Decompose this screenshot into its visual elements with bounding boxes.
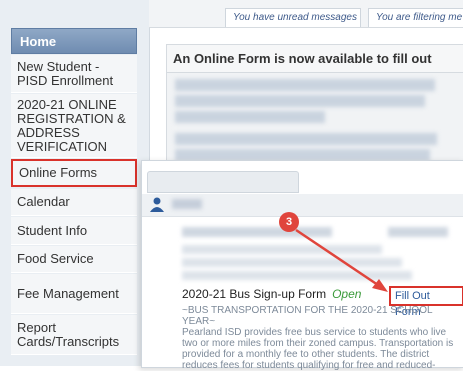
sidebar-item-new-student[interactable]: New Student - PISD Enrollment — [11, 55, 137, 93]
sidebar-item-label: Student Info — [17, 222, 88, 238]
sidebar-item-home[interactable]: Home — [11, 28, 137, 54]
blurred-notice-text — [167, 73, 463, 167]
form-title: 2020-21 Bus Sign-up Form Open — [182, 287, 361, 301]
description-line: provided for a monthly fee to other stud… — [182, 349, 430, 360]
description-line: Pearland ISD provides free bus service t… — [182, 327, 447, 338]
sidebar-item-online-forms[interactable]: Online Forms — [11, 159, 137, 187]
student-bar — [142, 194, 463, 217]
sidebar-item-label: New Student - PISD Enrollment — [17, 58, 114, 88]
form-status: Open — [332, 287, 362, 301]
sidebar-item-label: Report Cards/Transcripts — [17, 319, 120, 349]
fill-out-form-button[interactable]: Fill Out Form — [389, 286, 463, 318]
sidebar-item-food-service[interactable]: Food Service — [11, 246, 137, 273]
panel-title: An Online Form is now available to fill … — [167, 45, 463, 73]
sidebar-item-student-info[interactable]: Student Info — [11, 217, 137, 245]
sidebar-item-label: 2020-21 ONLINE REGISTRATION & ADDRESS VE… — [17, 96, 126, 154]
message-bar: You have unread messages You are filteri… — [149, 0, 463, 28]
sidebar-item-fee-management[interactable]: Fee Management — [11, 274, 137, 314]
sidebar-item-label: Fee Management — [17, 285, 119, 301]
sidebar-item-report-cards[interactable]: Report Cards/Transcripts — [11, 315, 137, 355]
tab-filtering[interactable]: You are filtering me — [368, 8, 463, 27]
sidebar-item-label: Online Forms — [19, 165, 98, 180]
tab-unread-messages[interactable]: You have unread messages — [225, 8, 361, 27]
sidebar-item-online-registration[interactable]: 2020-21 ONLINE REGISTRATION & ADDRESS VE… — [11, 94, 137, 158]
form-title-text: 2020-21 Bus Sign-up Form — [182, 287, 327, 301]
sidebar-item-calendar[interactable]: Calendar — [11, 189, 137, 216]
description-line: two or more miles from their zoned campu… — [182, 338, 454, 349]
step-badge: 3 — [279, 212, 299, 232]
person-icon — [150, 197, 164, 217]
sidebar-item-label: Food Service — [17, 251, 94, 266]
sidebar-item-label: Calendar — [17, 194, 70, 209]
description-line: ~BUS TRANSPORTATION FOR THE 2020-21 SCHO… — [182, 305, 433, 327]
online-forms-popup: 2020-21 Bus Sign-up Form Open Fill Out Fo… — [141, 160, 463, 371]
popup-tab[interactable] — [147, 171, 299, 193]
form-description: ~BUS TRANSPORTATION FOR THE 2020-21 SCHO… — [182, 305, 462, 371]
online-form-notice-panel: An Online Form is now available to fill … — [166, 44, 463, 176]
sidebar: Home New Student - PISD Enrollment 2020-… — [0, 0, 150, 366]
